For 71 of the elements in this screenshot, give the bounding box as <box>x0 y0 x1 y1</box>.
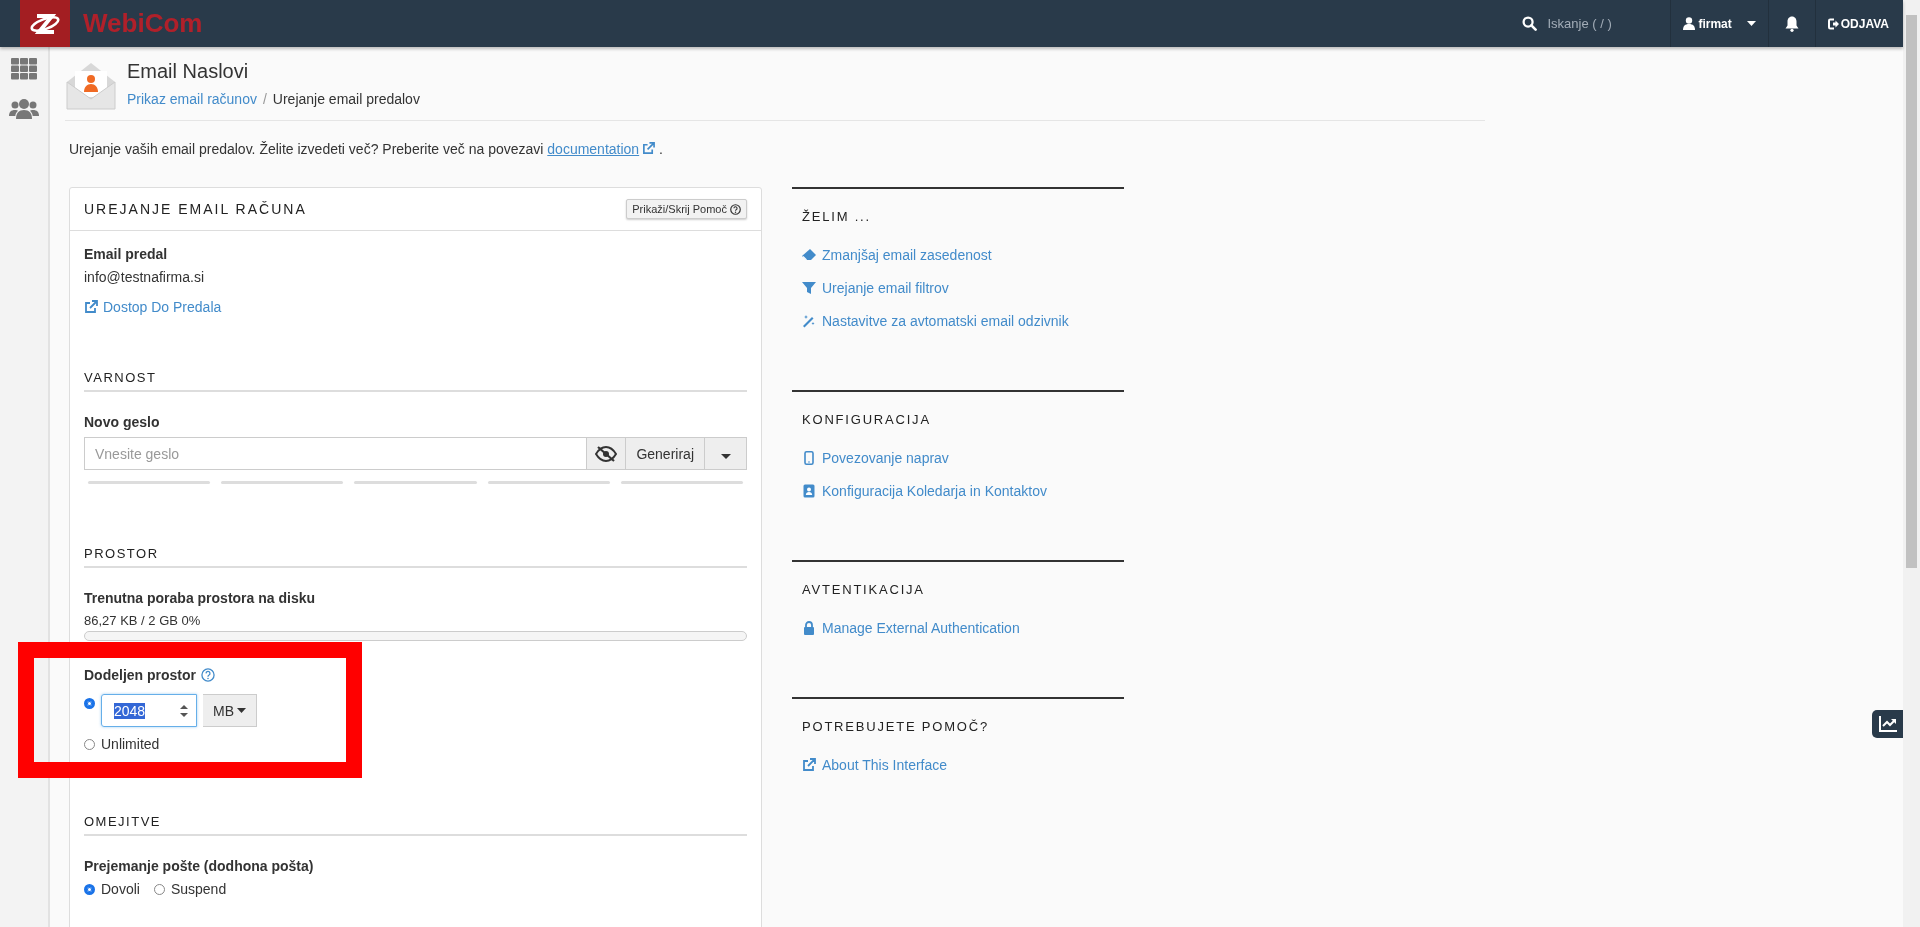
bell-icon <box>1784 15 1799 32</box>
external-link-icon <box>84 300 98 314</box>
unit-dropdown[interactable]: MB <box>203 694 257 727</box>
quick-link[interactable]: Urejanje email filtrov <box>802 280 949 296</box>
external-link-icon <box>642 142 656 155</box>
grid-icon[interactable] <box>11 58 37 80</box>
help-icon[interactable] <box>201 668 215 682</box>
breadcrumb-link[interactable]: Prikaz email računov <box>127 91 257 107</box>
section-heading: OMEJITVE <box>84 814 747 836</box>
radio-label: Suspend <box>170 881 227 897</box>
section-heading: PROSTOR <box>84 546 747 568</box>
disk-usage-text: 86,27 KB / 2 GB 0% <box>84 613 202 628</box>
panel-title: UREJANJE EMAIL RAČUNA <box>84 201 307 217</box>
sidebar-heading: ŽELIM ... <box>802 209 872 224</box>
page-description: Urejanje vaših email predalov. Želite izvedeti več? Preberite več na povezavi <box>69 141 544 157</box>
chart-button[interactable] <box>1872 710 1903 738</box>
user-menu[interactable]: firmat <box>1670 0 1768 47</box>
scrollbar[interactable] <box>1903 0 1920 927</box>
radio-label: Unlimited <box>101 736 160 752</box>
quick-link[interactable]: Nastavitve za avtomatski email odzivnik <box>802 313 1069 329</box>
search-field[interactable]: Iskanje ( / ) <box>1547 16 1648 31</box>
password-field[interactable]: Vnesite geslo <box>84 437 588 470</box>
sidebar-heading: KONFIGURACIJA <box>802 412 932 427</box>
external-link-icon <box>802 758 816 772</box>
caret-icon <box>720 453 731 459</box>
spinner-icon[interactable] <box>180 703 188 718</box>
eye-slash-icon <box>595 445 618 462</box>
quick-link[interactable]: Manage External Authentication <box>802 620 1020 636</box>
help-toggle-button[interactable]: Prikaži/Skrij Pomoč <box>626 199 747 219</box>
quick-link[interactable]: Konfiguracija Koledarja in Kontaktov <box>802 483 1047 499</box>
radio-label: Dovoli <box>101 881 140 897</box>
lock-icon <box>802 621 816 635</box>
contact-card-icon <box>802 484 816 498</box>
users-icon[interactable] <box>9 98 39 120</box>
page-title: Email Naslovi <box>127 60 250 83</box>
sidebar-heading: AVTENTIKACIJA <box>802 582 926 597</box>
quota-input[interactable]: 2048 <box>101 694 197 727</box>
mailbox-address: info@testnafirma.si <box>84 269 206 285</box>
chart-icon <box>1878 716 1897 732</box>
logo-icon[interactable] <box>20 0 70 47</box>
breadcrumb-current: Urejanje email predalov <box>272 91 420 107</box>
search-icon[interactable] <box>1522 16 1538 31</box>
field-label: Trenutna poraba prostora na disku <box>84 590 317 606</box>
dropdown-button[interactable] <box>705 437 747 470</box>
field-label: Dodeljen prostor <box>84 667 196 683</box>
visibility-toggle-button[interactable] <box>587 437 627 470</box>
mailbox-access-link[interactable]: Dostop Do Predala <box>84 299 222 315</box>
envelope-icon <box>65 60 117 112</box>
radio-button[interactable] <box>84 738 95 750</box>
quick-link[interactable]: About This Interface <box>802 757 948 773</box>
radio-button[interactable] <box>84 698 95 709</box>
radio-button[interactable] <box>153 883 165 895</box>
phone-icon <box>802 451 816 465</box>
filter-icon <box>802 281 816 295</box>
caret-icon <box>237 708 246 713</box>
generate-button[interactable]: Generiraj <box>626 437 705 470</box>
documentation-link[interactable]: documentation <box>547 141 640 157</box>
field-label: Novo geslo <box>84 414 161 430</box>
sidebar-heading: POTREBUJETE POMOČ? <box>802 719 990 734</box>
quick-link[interactable]: Povezovanje naprav <box>802 450 949 466</box>
field-label: Email predal <box>84 246 169 262</box>
help-icon <box>730 203 741 215</box>
breadcrumb-separator: / <box>262 91 267 107</box>
quick-link[interactable]: Zmanjšaj email zasedenost <box>802 247 992 263</box>
field-label: Prejemanje pošte (dodhona pošta) <box>84 858 315 874</box>
logout-icon <box>1827 17 1839 30</box>
user-icon <box>1683 17 1696 30</box>
period-text: . <box>659 141 663 157</box>
radio-button[interactable] <box>84 883 95 895</box>
section-heading: VARNOST <box>84 370 747 392</box>
caret-icon <box>1746 21 1756 26</box>
